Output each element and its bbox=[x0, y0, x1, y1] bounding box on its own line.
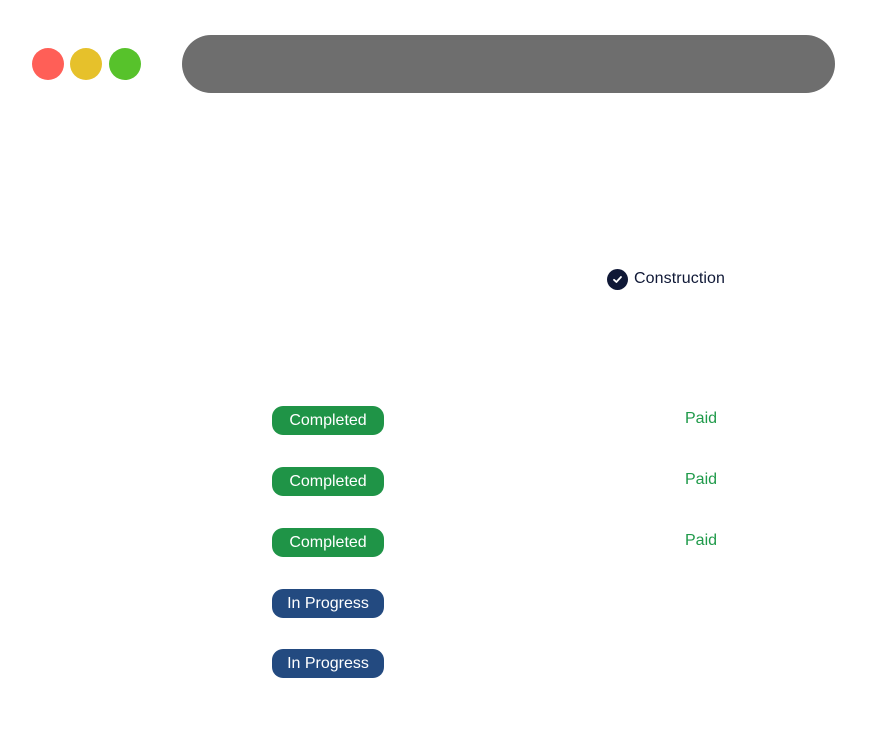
table-row: In Progress bbox=[0, 589, 896, 619]
window-close-button[interactable] bbox=[32, 48, 64, 80]
check-circle-icon bbox=[607, 268, 628, 290]
window-minimize-button[interactable] bbox=[70, 48, 102, 80]
table-row: Completed Paid bbox=[0, 467, 896, 497]
table-row: Completed Paid bbox=[0, 406, 896, 436]
page: Construction Completed Paid Completed Pa… bbox=[0, 0, 896, 730]
address-bar[interactable] bbox=[182, 35, 835, 93]
payment-status: Paid bbox=[685, 532, 718, 549]
table-row: Completed Paid bbox=[0, 528, 896, 558]
category-label: Construction bbox=[634, 270, 726, 287]
status-badge: Completed bbox=[272, 406, 384, 435]
status-badge: Completed bbox=[272, 467, 384, 496]
category-tag: Construction bbox=[607, 268, 725, 290]
status-badge: Completed bbox=[272, 528, 384, 557]
table-row: In Progress bbox=[0, 649, 896, 679]
payment-status: Paid bbox=[685, 471, 718, 488]
status-badge: In Progress bbox=[272, 589, 384, 618]
window-maximize-button[interactable] bbox=[109, 48, 141, 80]
status-badge: In Progress bbox=[272, 649, 384, 678]
payment-status: Paid bbox=[685, 410, 718, 427]
